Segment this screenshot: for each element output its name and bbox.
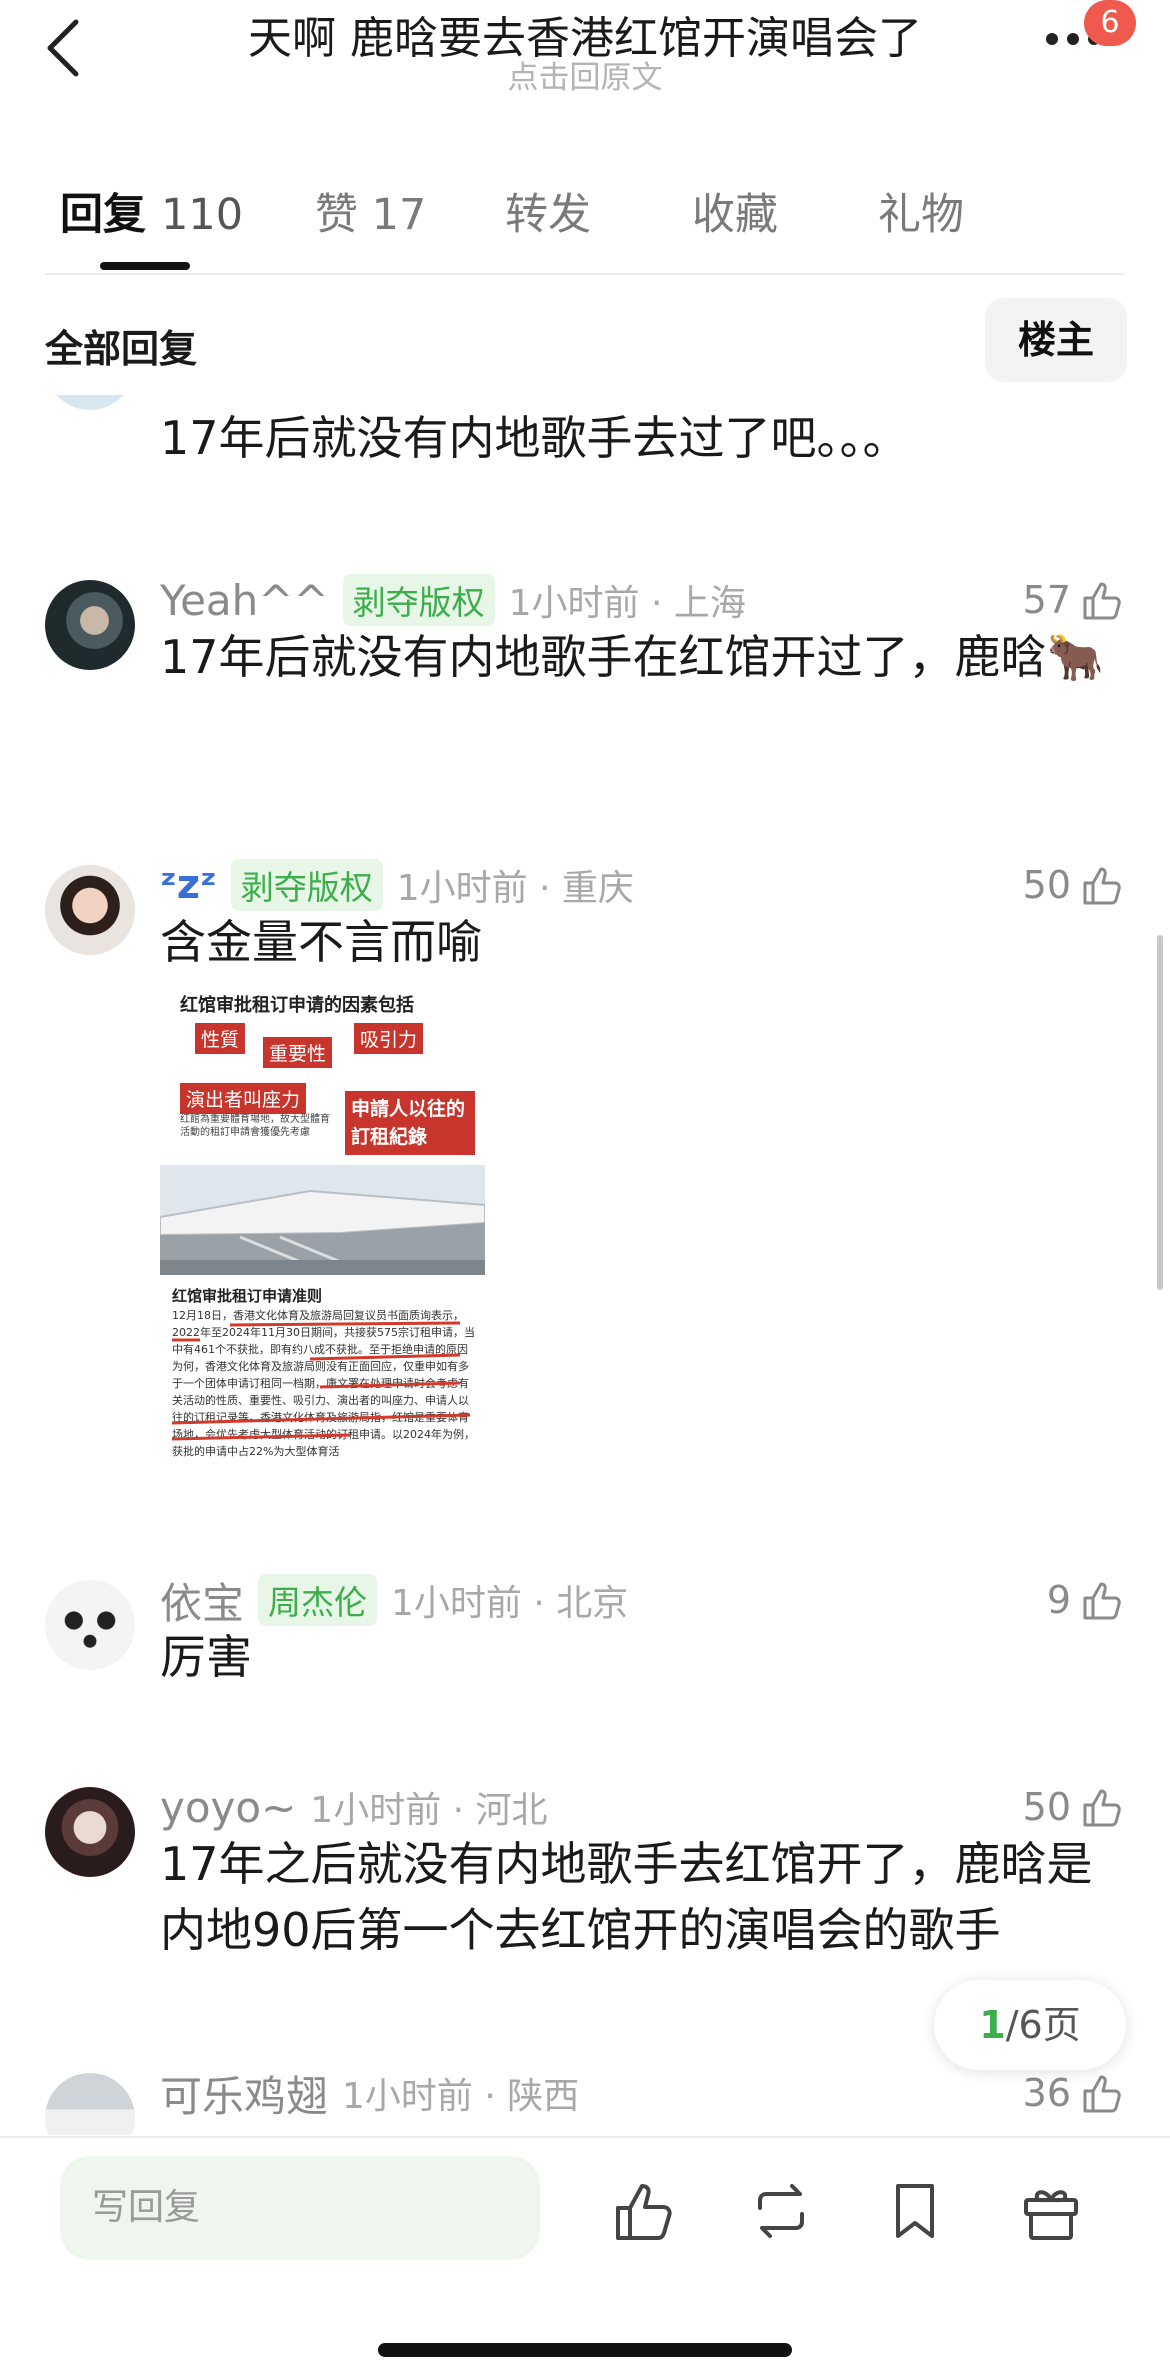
user-avatar[interactable] — [45, 2073, 135, 2135]
comment-meta: yoyo~ 1小时前 · 河北 — [160, 1781, 548, 1833]
tab-label: 收藏 — [692, 190, 778, 240]
comment-text: 厉害 — [160, 1630, 252, 1684]
like-button[interactable]: 36 — [1023, 2067, 1125, 2119]
fan-tag[interactable]: 剥夺版权 — [342, 574, 495, 626]
username[interactable]: 依宝 — [160, 1570, 244, 1631]
more-dot-icon — [1067, 33, 1079, 45]
bookmark-icon[interactable] — [882, 2178, 948, 2244]
page-indicator[interactable]: 1/6页 — [934, 1980, 1126, 2070]
tab-count: 17 — [371, 190, 427, 240]
tab-label: 回复 — [60, 190, 146, 240]
like-count: 50 — [1022, 863, 1071, 907]
comment-time: 1小时前 · 北京 — [391, 1583, 629, 1624]
bottom-action-bar: 写回复 — [0, 2136, 1170, 2375]
comment-attached-image[interactable]: 红馆审批租订申请的因素包括 性質 重要性 吸引力 演出者叫座力 红館為重要體育場… — [160, 995, 485, 1490]
like-count: 36 — [1022, 2071, 1071, 2115]
image-badge: 演出者叫座力 — [180, 1083, 307, 1114]
thumbs-up-icon — [1083, 582, 1121, 620]
top-nav-bar: 天啊 鹿晗要去香港红馆开演唱会了 点击回原文 6 — [0, 0, 1170, 110]
image-badge: 申請人以往的訂租紀錄 — [345, 1091, 475, 1155]
back-button[interactable] — [40, 18, 90, 78]
more-dot-icon — [1046, 33, 1058, 45]
op-only-button[interactable]: 楼主 — [985, 298, 1127, 382]
active-tab-indicator — [100, 262, 190, 270]
comment-list: 32 17年后就没有内地歌手去过了吧。。。 Yeah^^ 剥夺版权 1小时前 ·… — [0, 395, 1170, 2135]
scrollbar[interactable] — [1157, 935, 1163, 1290]
fan-tag[interactable]: 周杰伦 — [258, 1574, 378, 1626]
comment-time: 1小时前 · 上海 — [508, 583, 746, 624]
tab-favorites[interactable]: 收藏 — [692, 180, 778, 242]
current-page: 1 — [979, 2003, 1006, 2047]
username[interactable]: yoyo~ — [160, 1783, 296, 1832]
username[interactable]: ᶻzᶻ — [160, 862, 217, 908]
like-button[interactable]: 50 — [1023, 859, 1125, 911]
tab-bar: 回复 110 赞 17 转发 收藏 礼物 — [0, 170, 1170, 280]
like-count: 57 — [1022, 578, 1071, 622]
back-to-original-link[interactable]: 点击回原文 — [200, 52, 970, 97]
like-button[interactable]: 32 — [1023, 395, 1125, 399]
username[interactable]: 可乐鸡翅 — [160, 2063, 328, 2124]
filter-all-replies[interactable]: 全部回复 — [45, 318, 197, 373]
thumbs-up-icon — [1083, 1582, 1121, 1620]
comment-text: 17年之后就没有内地歌手去红馆开了，鹿晗是内地90后第一个去红馆开的演唱会的歌手 — [160, 1837, 1093, 1957]
back-chevron-icon — [47, 19, 79, 77]
user-avatar[interactable] — [45, 1787, 135, 1877]
image-badge: 吸引力 — [354, 1023, 424, 1054]
tab-replies[interactable]: 回复 110 — [60, 180, 243, 242]
image-badge: 重要性 — [263, 1037, 333, 1068]
repost-icon[interactable] — [748, 2178, 814, 2244]
fan-tag[interactable]: 剥夺版权 — [230, 859, 383, 911]
comment-meta: Yeah^^ 剥夺版权 1小时前 · 上海 — [160, 574, 746, 626]
divider — [45, 273, 1125, 275]
username[interactable]: Yeah^^ — [160, 576, 329, 625]
reply-input[interactable]: 写回复 — [60, 2156, 540, 2260]
like-button[interactable]: 9 — [1047, 1574, 1125, 1626]
comment-time: 1小时前 · 重庆 — [396, 868, 634, 909]
like-button[interactable]: 50 — [1023, 1781, 1125, 1833]
tab-label: 转发 — [505, 190, 591, 240]
comment-meta: 依宝 周杰伦 1小时前 · 北京 — [160, 1574, 629, 1628]
like-count: 50 — [1022, 1785, 1071, 1829]
home-indicator — [378, 2343, 792, 2357]
comment-text: 含金量不言而喻 — [160, 915, 482, 969]
user-avatar[interactable] — [45, 395, 135, 410]
user-avatar[interactable] — [45, 580, 135, 670]
thumbs-up-icon — [1083, 1789, 1121, 1827]
tab-reposts[interactable]: 转发 — [505, 180, 591, 242]
tab-label: 赞 — [315, 190, 358, 240]
red-underline-marks — [171, 1321, 471, 1441]
gift-icon[interactable] — [1018, 2178, 1084, 2244]
comment-meta: 可乐鸡翅 1小时前 · 陕西 — [160, 2067, 580, 2121]
image-note: 红館為重要體育場地，故大型體育活動的租訂申請會獲優先考慮 — [180, 1114, 330, 1138]
stadium-photo-icon — [160, 1165, 485, 1275]
notification-badge: 6 — [1084, 0, 1136, 46]
comment-text: 17年后就没有内地歌手去过了吧。。。 — [160, 411, 909, 465]
comment-time: 1小时前 · 河北 — [310, 1790, 548, 1831]
tab-label: 礼物 — [878, 190, 964, 240]
comment-text: 17年后就没有内地歌手在红馆开过了，鹿晗🐂 — [160, 630, 1104, 684]
like-icon[interactable] — [612, 2178, 678, 2244]
tab-gifts[interactable]: 礼物 — [878, 180, 964, 242]
thumbs-up-icon — [1083, 2075, 1121, 2113]
thumbs-up-icon — [1083, 867, 1121, 905]
image-caption-top: 红馆审批租订申请的因素包括 — [180, 995, 414, 1016]
image-badge: 性質 — [195, 1023, 246, 1054]
like-button[interactable]: 57 — [1023, 574, 1125, 626]
image-headline: 红馆审批租订申请准则 — [172, 1287, 323, 1305]
user-avatar[interactable] — [45, 865, 135, 955]
tab-count: 110 — [160, 190, 244, 240]
comment-time: 1小时前 · 陕西 — [342, 2076, 580, 2117]
tab-likes[interactable]: 赞 17 — [315, 180, 426, 242]
total-pages: /6页 — [1005, 2003, 1081, 2047]
user-avatar[interactable] — [45, 1580, 135, 1670]
comment-meta: ᶻzᶻ 剥夺版权 1小时前 · 重庆 — [160, 859, 634, 911]
like-count: 9 — [1046, 1578, 1071, 1622]
